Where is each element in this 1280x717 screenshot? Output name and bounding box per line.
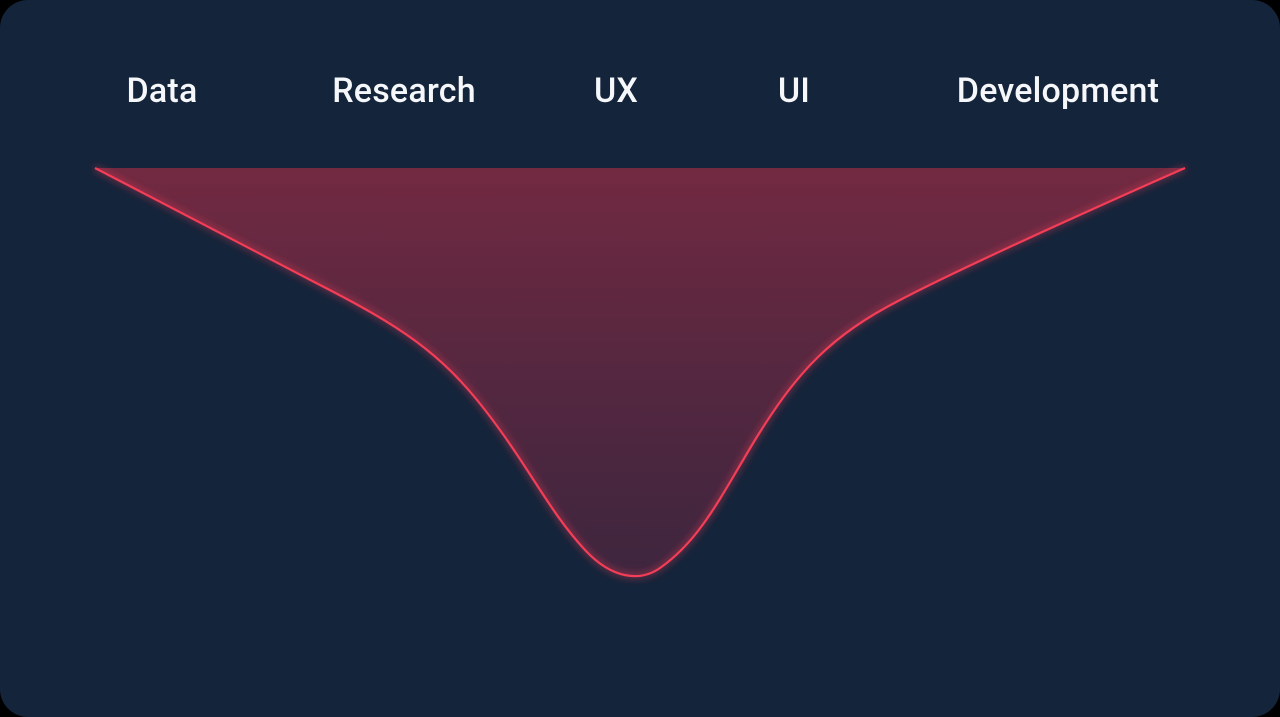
diagram-card: DataResearchUXUIDevelopment	[0, 0, 1280, 717]
funnel-chart	[0, 0, 1280, 717]
